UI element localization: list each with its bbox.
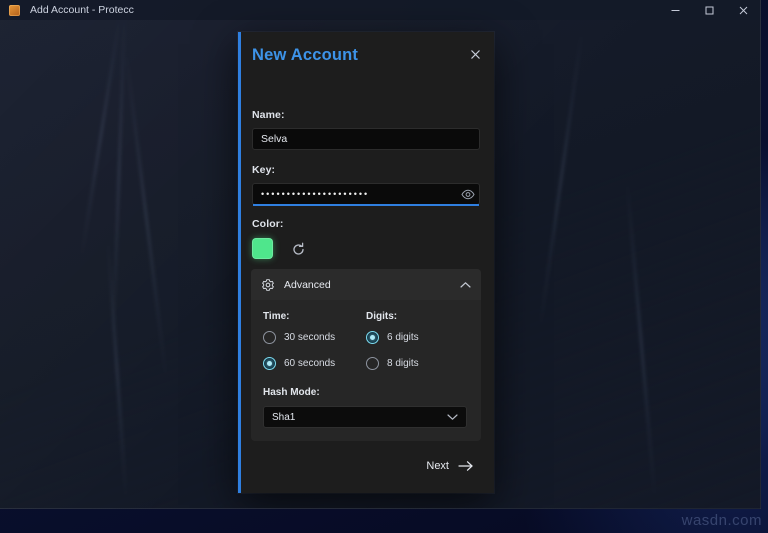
radio-time-60-seconds[interactable]: 60 seconds [263, 357, 366, 370]
time-group: Time: 30 seconds 60 seconds [263, 311, 366, 383]
chevron-up-icon[interactable] [460, 281, 471, 289]
radio-digits-6[interactable]: 6 digits [366, 331, 469, 344]
regenerate-color-button[interactable] [289, 240, 307, 258]
eye-icon [460, 189, 475, 199]
radio-groups: Time: 30 seconds 60 seconds Digits: 6 di… [263, 311, 469, 383]
minimize-button[interactable] [658, 0, 692, 20]
hash-mode-label: Hash Mode: [263, 387, 320, 398]
window-title: Add Account - Protecc [30, 4, 134, 16]
gear-icon [261, 278, 275, 292]
advanced-panel: Advanced Time: 30 seconds 60 seconds Dig… [251, 269, 481, 441]
radio-mark [263, 331, 276, 344]
radio-label: 8 digits [387, 358, 419, 369]
radio-mark [366, 331, 379, 344]
next-label: Next [426, 460, 449, 472]
digits-group: Digits: 6 digits 8 digits [366, 311, 469, 383]
key-input[interactable]: ••••••••••••••••••••• [252, 183, 480, 205]
close-icon [470, 49, 480, 59]
protecc-app-icon [9, 4, 20, 16]
radio-label: 60 seconds [284, 358, 336, 369]
chevron-down-icon[interactable] [447, 413, 458, 421]
key-label: Key: [252, 164, 276, 176]
radio-label: 30 seconds [284, 332, 336, 343]
color-label: Color: [252, 218, 284, 230]
new-account-dialog: New Account Name: Selva Key: •••••••••••… [238, 32, 494, 493]
radio-label: 6 digits [387, 332, 419, 343]
radio-mark [263, 357, 276, 370]
reveal-key-button[interactable] [460, 187, 475, 201]
window-titlebar[interactable]: Add Account - Protecc [0, 0, 760, 20]
close-icon [739, 6, 747, 14]
key-focus-underline [253, 204, 479, 206]
window-background-streak [106, 240, 128, 500]
radio-mark [366, 357, 379, 370]
advanced-toggle-header[interactable]: Advanced [251, 269, 481, 300]
key-field-wrapper: ••••••••••••••••••••• [252, 183, 480, 206]
watermark: wasdn.com [681, 512, 762, 529]
refresh-icon [292, 242, 304, 255]
window-background-streak [626, 180, 656, 500]
close-button[interactable] [726, 0, 760, 20]
dialog-body: New Account Name: Selva Key: •••••••••••… [238, 32, 494, 493]
window-background-streak [124, 51, 168, 379]
digits-label: Digits: [366, 311, 398, 322]
window-background-streak [539, 31, 583, 329]
hash-mode-value: Sha1 [272, 411, 296, 423]
maximize-button[interactable] [692, 0, 726, 20]
color-swatch[interactable] [252, 238, 273, 259]
name-label: Name: [252, 109, 285, 121]
dialog-close-button[interactable] [466, 45, 484, 63]
radio-digits-8[interactable]: 8 digits [366, 357, 469, 370]
window-controls [658, 0, 760, 20]
hash-mode-select[interactable]: Sha1 [263, 406, 467, 428]
maximize-icon [705, 6, 713, 14]
window-background-streak [80, 11, 122, 259]
dialog-title: New Account [252, 46, 359, 64]
window-background-streak [112, 8, 126, 338]
app-window: Add Account - Protecc New Account Name: … [0, 0, 761, 509]
advanced-content: Time: 30 seconds 60 seconds Digits: 6 di… [251, 300, 481, 441]
time-label: Time: [263, 311, 290, 322]
name-input[interactable]: Selva [252, 128, 480, 150]
next-button[interactable]: Next [420, 453, 480, 479]
arrow-right-icon [458, 460, 474, 472]
radio-time-30-seconds[interactable]: 30 seconds [263, 331, 366, 344]
minimize-icon [671, 9, 679, 11]
advanced-label: Advanced [284, 278, 331, 291]
